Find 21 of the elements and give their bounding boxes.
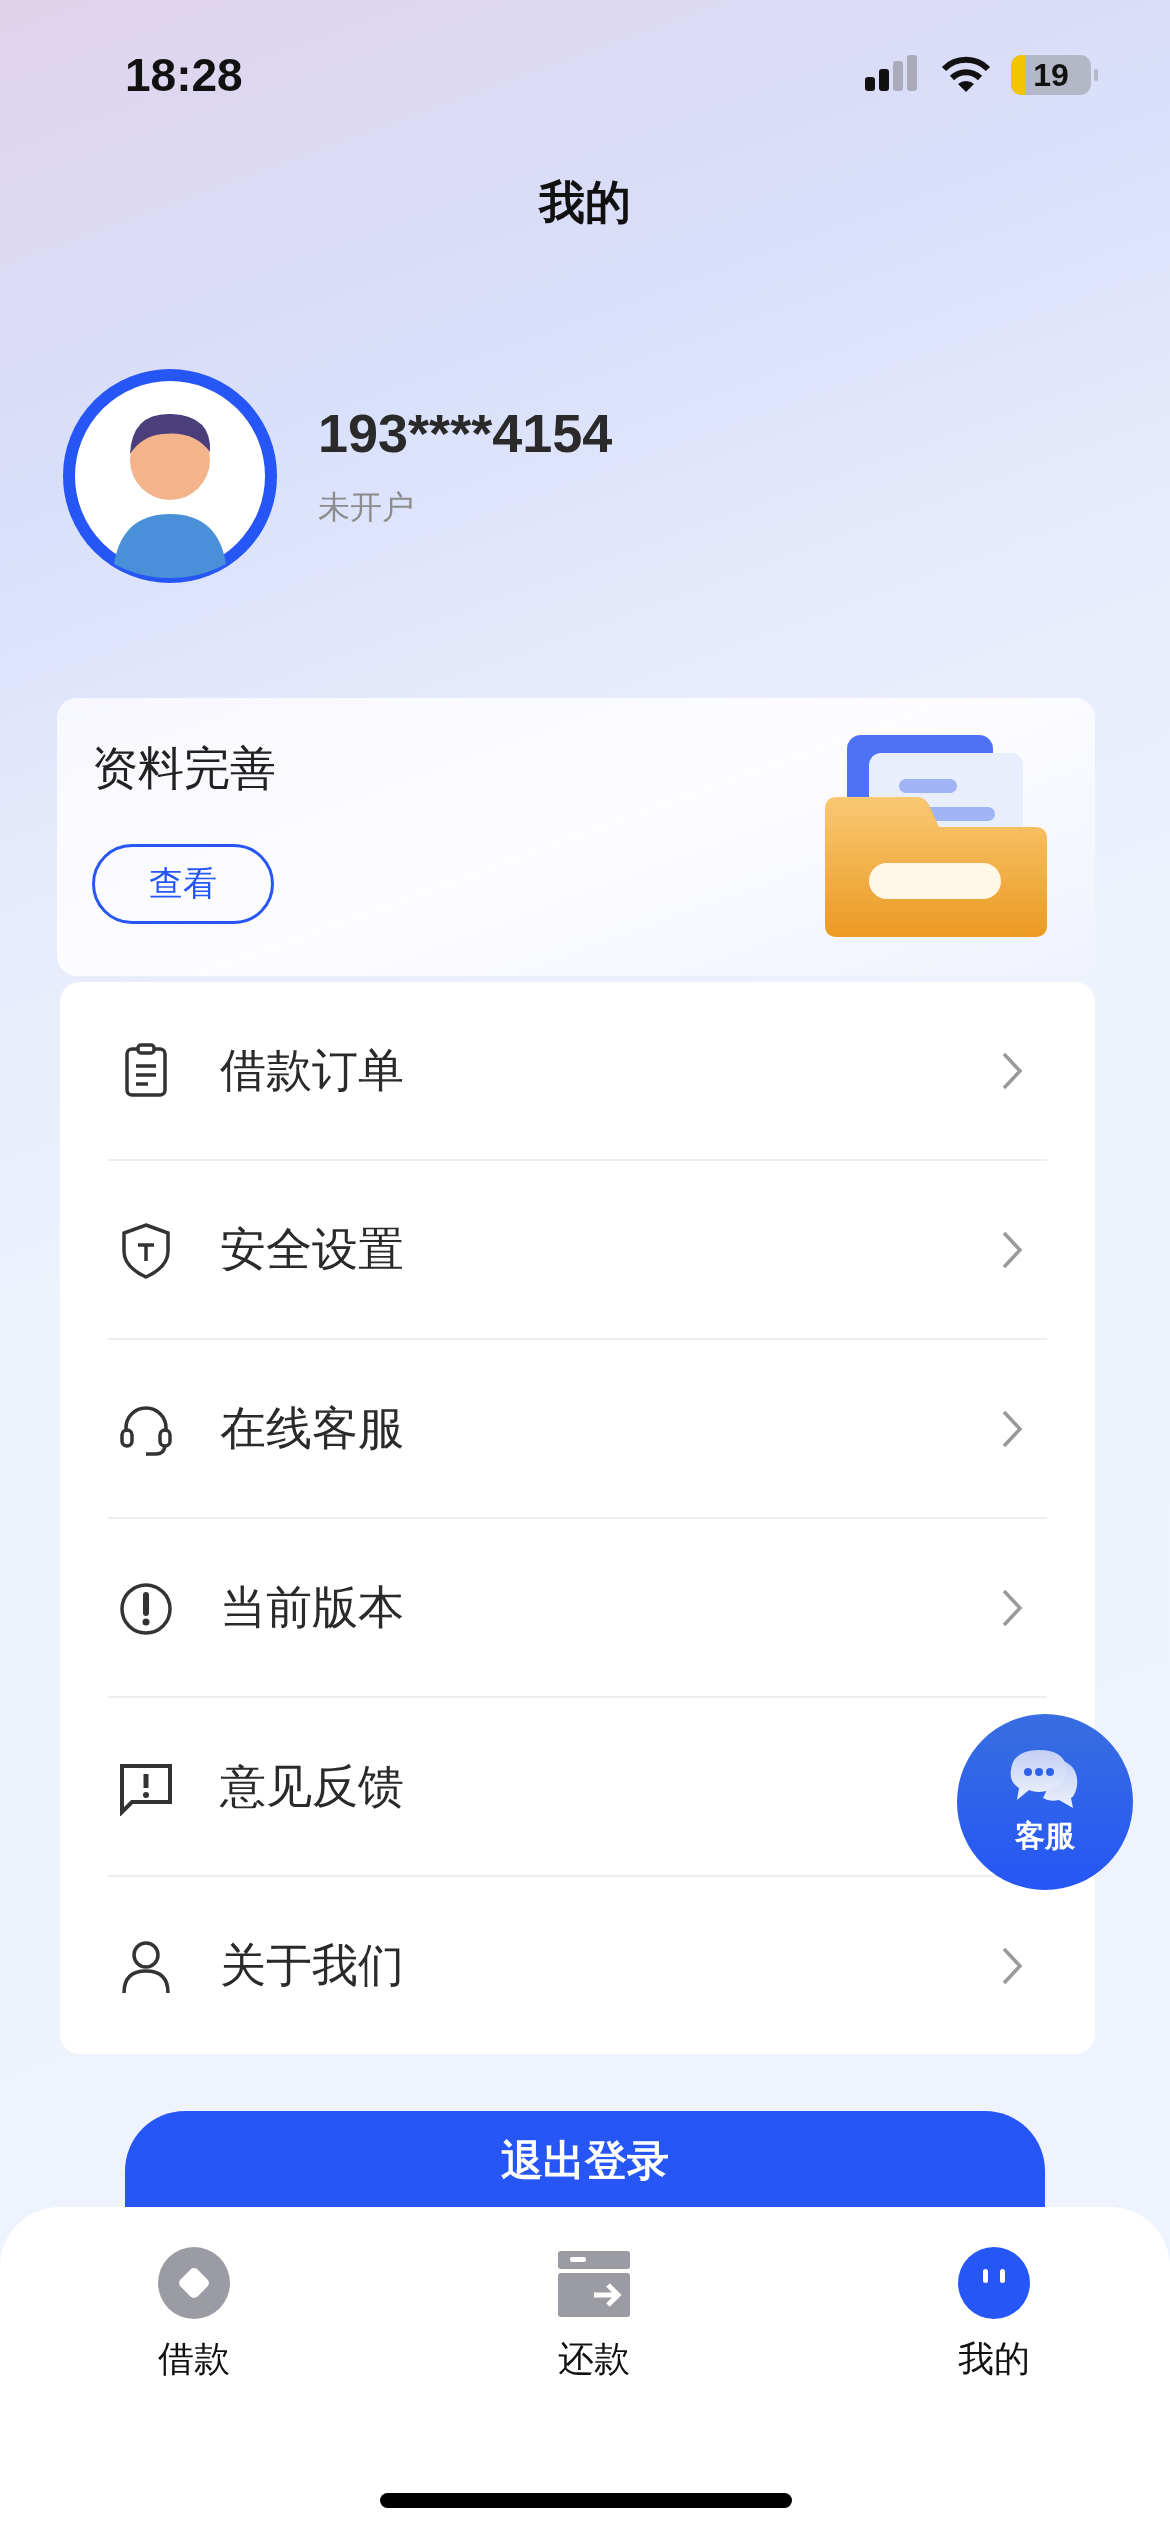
folder-icon [825,735,1049,939]
menu-item[interactable]: 意见反馈 [220,1755,404,1818]
tab[interactable]: 还款 [558,2247,630,2384]
menu-item[interactable]: 借款订单 [220,1039,404,1102]
menu-item[interactable]: 安全设置 [220,1218,404,1281]
tab[interactable]: 借款 [158,2247,230,2384]
face-circle-icon [958,2247,1030,2319]
status-time: 18:28 [125,48,243,102]
menu-item[interactable]: 关于我们 [220,1934,404,1997]
battery-fill [1011,55,1025,95]
menu-item[interactable]: 当前版本 [220,1576,404,1639]
diamond-coin-icon [158,2247,230,2319]
tab[interactable]: 我的 [958,2247,1030,2384]
card-title: 资料完善 [92,740,276,797]
battery-percentage: 19 [1033,56,1069,94]
page-title: 我的 [539,174,631,231]
wifi-icon [941,56,991,94]
view-button[interactable]: 查看 [92,844,274,924]
menu-item[interactable]: 在线客服 [220,1397,404,1460]
phone-number: 193****4154 [318,402,613,464]
account-status: 未开户 [318,487,415,528]
